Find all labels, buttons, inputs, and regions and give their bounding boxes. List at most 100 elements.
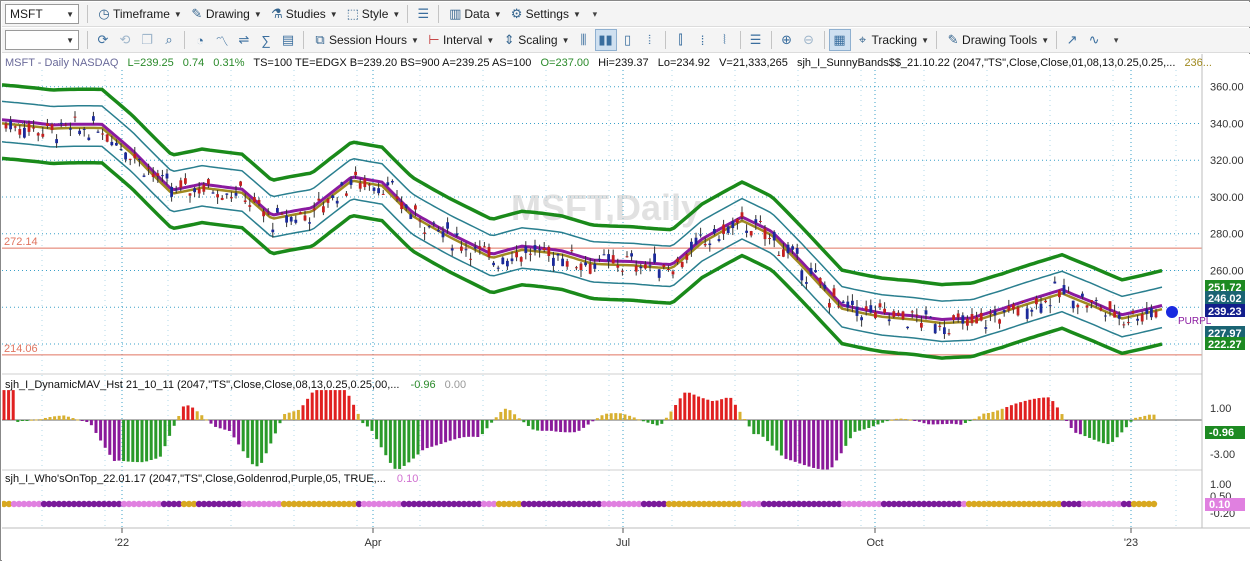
price-bar-body bbox=[105, 134, 109, 142]
mav-histogram-bar bbox=[844, 420, 848, 446]
mav-histogram-bar bbox=[531, 420, 535, 430]
price-bar-body bbox=[768, 237, 771, 239]
mav-histogram-bar bbox=[931, 420, 935, 425]
price-tick-label: 360.00 bbox=[1210, 82, 1244, 94]
overflow-icon[interactable]: ▾ bbox=[1105, 29, 1127, 51]
chart-watermark: MSFT,Daily bbox=[511, 187, 701, 228]
mav-histogram-bar bbox=[793, 420, 797, 462]
trendline-icon[interactable]: ↗ bbox=[1061, 29, 1083, 51]
price-bar-body bbox=[529, 253, 532, 255]
chevron-down-icon[interactable]: ▼ bbox=[66, 10, 74, 19]
toolbar-divider bbox=[770, 31, 772, 49]
price-bar-body bbox=[717, 239, 721, 242]
indicator-icon[interactable]: ∿ bbox=[1083, 29, 1105, 51]
timeframe-button[interactable]: ◷ Timeframe ▼ bbox=[92, 3, 185, 25]
price-bar-body bbox=[1035, 298, 1038, 305]
mav-histogram-bar bbox=[950, 420, 954, 424]
overflow-icon[interactable]: ▾ bbox=[584, 3, 606, 25]
price-bar-body bbox=[496, 267, 500, 269]
tick-icon[interactable]: ⦚ bbox=[714, 29, 736, 51]
session-hours-button[interactable]: ⧉ Session Hours ▼ bbox=[308, 29, 422, 51]
chart-header: MSFT - Daily NASDAQ L=239.25 0.74 0.31% … bbox=[5, 57, 1212, 69]
settings-button[interactable]: ⚙ Settings ▼ bbox=[505, 3, 584, 25]
main-toolbar: MSFT ▼ ◷ Timeframe ▼ ✎ Drawing ▼ ⚗ Studi… bbox=[2, 2, 1250, 27]
price-bar-body bbox=[607, 254, 610, 262]
hollow-candle-icon[interactable]: ▯ bbox=[617, 29, 639, 51]
drawing-tools-button[interactable]: ✎ Drawing Tools ▼ bbox=[941, 29, 1052, 51]
mav-histogram-bar bbox=[333, 390, 337, 420]
mav-histogram-bar bbox=[485, 420, 489, 429]
mav-histogram-bar bbox=[43, 417, 47, 420]
current-price-marker bbox=[1166, 306, 1178, 318]
mav-histogram-bar bbox=[158, 420, 162, 457]
layout-icon[interactable]: ☰ bbox=[412, 3, 434, 25]
price-bar-body bbox=[1113, 311, 1116, 318]
data-button[interactable]: ▥ Data ▼ bbox=[443, 3, 504, 25]
mav-histogram-bar bbox=[462, 420, 466, 438]
line-chart-icon[interactable]: 〽 bbox=[211, 29, 233, 51]
studies-button[interactable]: ⚗ Studies ▼ bbox=[265, 3, 341, 25]
price-bar-body bbox=[303, 215, 307, 221]
candlestick-icon[interactable]: ▮▮ bbox=[594, 29, 617, 51]
panel-icon[interactable]: ☰ bbox=[745, 29, 767, 51]
scaling-button[interactable]: ⇕ Scaling ▼ bbox=[497, 29, 572, 51]
volume-icon[interactable]: ⫿ bbox=[670, 29, 692, 51]
timer-icon[interactable]: ◔ bbox=[189, 29, 211, 51]
wot-tick-label: 1.00 bbox=[1210, 479, 1231, 491]
ohlc-icon[interactable]: ⦙ bbox=[639, 29, 661, 51]
symbol-input[interactable]: MSFT bbox=[10, 7, 43, 21]
price-bar-body bbox=[1067, 292, 1070, 294]
mav-histogram-bar bbox=[283, 414, 287, 420]
grid-icon[interactable]: ▦ bbox=[828, 29, 851, 51]
price-bar-body bbox=[575, 267, 578, 269]
chevron-down-icon: ▼ bbox=[173, 9, 182, 19]
price-bar-body bbox=[220, 197, 224, 200]
price-bar-body bbox=[515, 251, 518, 258]
price-bar-body bbox=[837, 306, 840, 308]
copy-icon[interactable]: ❐ bbox=[136, 29, 158, 51]
mav-label: sjh_I_DynamicMAV_Hst 21_10_11 (2047,"TS"… bbox=[5, 379, 399, 391]
sigma-icon[interactable]: ∑ bbox=[255, 29, 277, 51]
price-bar-body bbox=[851, 300, 854, 305]
price-bar-body bbox=[726, 226, 730, 234]
mav-histogram-bar bbox=[329, 390, 333, 420]
chart-area[interactable]: MSFT,Daily 272.14 214.06 MSFT - Daily NAS… bbox=[2, 54, 1250, 561]
mav-histogram-bar bbox=[899, 418, 903, 420]
price-bar-body bbox=[556, 253, 560, 256]
style-button[interactable]: ⬚ Style ▼ bbox=[341, 3, 404, 25]
zoom-in-icon[interactable]: ⊕ bbox=[776, 29, 798, 51]
tracking-button[interactable]: ⌖ Tracking ▼ bbox=[851, 29, 933, 51]
mav-histogram-bar bbox=[664, 417, 668, 420]
mav-histogram-bar bbox=[1143, 415, 1147, 420]
symbol-combobox[interactable]: MSFT ▼ bbox=[5, 4, 79, 24]
reload-icon[interactable]: ⟲ bbox=[114, 29, 136, 51]
volume: V=21,333,265 bbox=[719, 57, 788, 69]
refresh-icon[interactable]: ⟳ bbox=[92, 29, 114, 51]
bar-chart-icon[interactable]: ⫼ bbox=[573, 29, 595, 51]
chevron-down-icon[interactable]: ▼ bbox=[66, 36, 74, 45]
price-bar-body bbox=[1081, 293, 1084, 297]
price-bar-body bbox=[331, 195, 334, 199]
price-bar-body bbox=[901, 311, 905, 320]
mav-histogram-bar bbox=[177, 415, 181, 420]
mav-histogram-bar bbox=[260, 420, 264, 463]
interval-button[interactable]: ⊢ Interval ▼ bbox=[422, 29, 497, 51]
mav-histogram-bar bbox=[1134, 417, 1138, 420]
price-bar-body bbox=[584, 262, 587, 266]
price-bar-body bbox=[759, 220, 762, 222]
chevron-down-icon: ▼ bbox=[493, 9, 502, 19]
mav-histogram-bar bbox=[250, 420, 254, 465]
mav-histogram-bar bbox=[494, 417, 498, 420]
price-bar-body bbox=[588, 263, 592, 274]
flow-icon[interactable]: ⇌ bbox=[233, 29, 255, 51]
whos-on-top-strip bbox=[2, 500, 1158, 508]
dots-icon[interactable]: ⁞ bbox=[692, 29, 714, 51]
template-icon[interactable]: ▤ bbox=[277, 29, 299, 51]
price-bar-body bbox=[257, 199, 261, 204]
secondary-combobox[interactable]: ▼ bbox=[5, 30, 79, 50]
drawing-button[interactable]: ✎ Drawing ▼ bbox=[185, 3, 265, 25]
zoom-out-icon[interactable]: ⊖ bbox=[798, 29, 820, 51]
mav-histogram-bar bbox=[904, 418, 908, 420]
find-symbol-icon[interactable]: ⌕ bbox=[158, 29, 180, 51]
mav-histogram-bar bbox=[241, 420, 245, 452]
